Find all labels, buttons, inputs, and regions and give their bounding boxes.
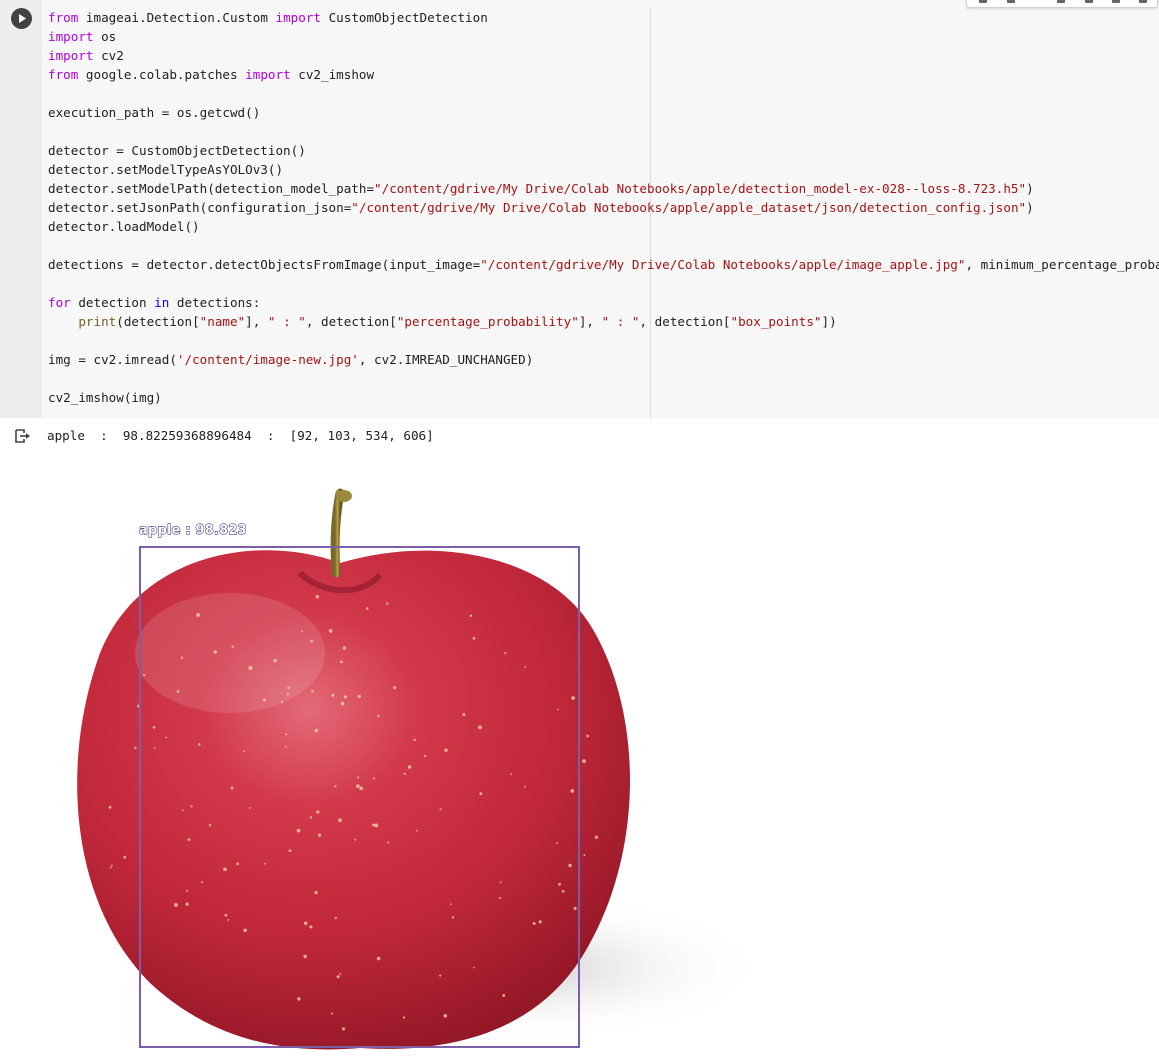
code-line: detector = CustomObjectDetection() — [48, 143, 306, 158]
code-line: cv2_imshow(img) — [48, 390, 162, 405]
cell-toolbar — [966, 0, 1158, 8]
cell-output: apple : 98.82259368896484 : [92, 103, 53… — [0, 418, 1159, 1063]
move-down-icon[interactable] — [1007, 0, 1015, 3]
code-line: detector.setJsonPath(configuration_json=… — [48, 200, 1034, 215]
code-line: img = cv2.imread('/content/image-new.jpg… — [48, 352, 534, 367]
settings-icon[interactable] — [1085, 0, 1093, 3]
output-redirect-icon[interactable] — [15, 429, 31, 443]
code-editor[interactable]: from imageai.Detection.Custom import Cus… — [42, 0, 1159, 418]
delete-icon[interactable] — [1112, 0, 1120, 3]
code-line: execution_path = os.getcwd() — [48, 105, 261, 120]
more-options-icon[interactable] — [1139, 0, 1147, 3]
detection-label: apple : 98.823 — [139, 523, 248, 539]
play-icon — [19, 14, 26, 23]
cell-gutter — [0, 0, 42, 418]
code-line: detector.setModelPath(detection_model_pa… — [48, 181, 1034, 196]
code-cell[interactable]: from imageai.Detection.Custom import Cus… — [0, 0, 1159, 418]
comment-icon[interactable] — [1057, 0, 1065, 3]
code-line: detections = detector.detectObjectsFromI… — [48, 257, 1159, 272]
code-line: for detection in detections: — [48, 295, 261, 310]
detection-bounding-box — [139, 546, 580, 1048]
code-line: import cv2 — [48, 48, 124, 63]
output-text: apple : 98.82259368896484 : [92, 103, 53… — [47, 428, 434, 443]
code-line: from google.colab.patches import cv2_ims… — [48, 67, 375, 82]
code-line: import os — [48, 29, 117, 44]
code-line: detector.setModelTypeAsYOLOv3() — [48, 162, 284, 177]
run-cell-button[interactable] — [11, 8, 32, 29]
code-line: detector.loadModel() — [48, 219, 200, 234]
move-up-icon[interactable] — [979, 0, 987, 3]
code-line: from imageai.Detection.Custom import Cus… — [48, 10, 488, 25]
code-line: print(detection["name"], " : ", detectio… — [78, 314, 837, 329]
